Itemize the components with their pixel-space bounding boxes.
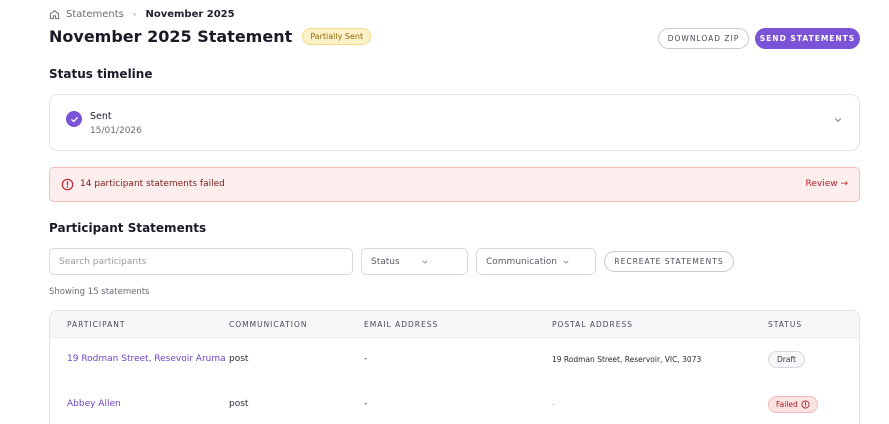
send-statements-button[interactable]: SEND STATEMENTS [755,28,860,49]
status-filter-label: Status [371,256,400,267]
communication-cell: post [229,354,249,364]
postal-address-cell: 19 Rodman Street, Reservoir, VIC, 3073 [552,355,702,364]
breadcrumb-current: November 2025 [145,9,235,20]
participant-link[interactable]: Abbey Allen [67,399,121,409]
table-row[interactable]: 19 Rodman Street, Resevoir Aruma post - … [50,338,859,383]
chevron-down-icon [563,260,569,264]
communication-filter-select[interactable]: Communication [476,248,596,275]
communication-cell: post [229,399,249,409]
status-badge-failed[interactable]: Failed [768,396,818,413]
home-icon[interactable] [49,9,60,20]
status-filter-select[interactable]: Status [361,248,468,275]
chevron-down-icon[interactable] [833,115,843,125]
statements-table: PARTICIPANT COMMUNICATION EMAIL ADDRESS … [49,310,860,424]
breadcrumb-root-link[interactable]: Statements [66,9,124,20]
participant-statements-heading: Participant Statements [49,221,207,235]
check-icon [66,111,82,127]
status-badge: Partially Sent [302,28,372,45]
email-cell: - [364,354,368,364]
column-header-email[interactable]: EMAIL ADDRESS [364,320,438,329]
table-header: PARTICIPANT COMMUNICATION EMAIL ADDRESS … [50,311,859,338]
status-badge-draft: Draft [768,351,805,368]
recreate-statements-button[interactable]: RECREATE STATEMENTS [604,251,734,272]
search-participants-input[interactable] [49,248,353,275]
info-circle-icon [801,400,810,409]
breadcrumb: Statements › November 2025 [49,9,235,20]
status-timeline-card[interactable]: Sent 15/01/2026 [49,94,860,151]
chevron-right-icon: › [132,9,137,20]
email-cell: - [364,399,368,409]
page-header: November 2025 Statement Partially Sent [49,27,372,46]
download-zip-button[interactable]: DOWNLOAD ZIP [658,28,749,49]
column-header-postal[interactable]: POSTAL ADDRESS [552,320,633,329]
column-header-communication[interactable]: COMMUNICATION [229,320,308,329]
participant-link[interactable]: 19 Rodman Street, Resevoir Aruma [67,354,226,364]
status-timeline-heading: Status timeline [49,67,153,81]
status-badge-label: Failed [776,400,798,409]
chevron-down-icon [422,260,428,264]
failed-statements-alert: 14 participant statements failed Review … [49,167,860,202]
postal-address-cell: - [552,400,555,409]
alert-circle-icon [61,178,74,191]
communication-filter-label: Communication [486,256,557,267]
timeline-entry-date: 15/01/2026 [90,126,142,136]
column-header-participant[interactable]: PARTICIPANT [67,320,125,329]
statements-count: Showing 15 statements [49,287,150,297]
alert-message: 14 participant statements failed [80,179,225,189]
page-title: November 2025 Statement [49,27,293,46]
review-link[interactable]: Review → [805,179,848,189]
column-header-status[interactable]: STATUS [768,320,802,329]
timeline-entry-label: Sent [90,111,112,122]
table-row[interactable]: Abbey Allen post - - Failed [50,383,859,424]
